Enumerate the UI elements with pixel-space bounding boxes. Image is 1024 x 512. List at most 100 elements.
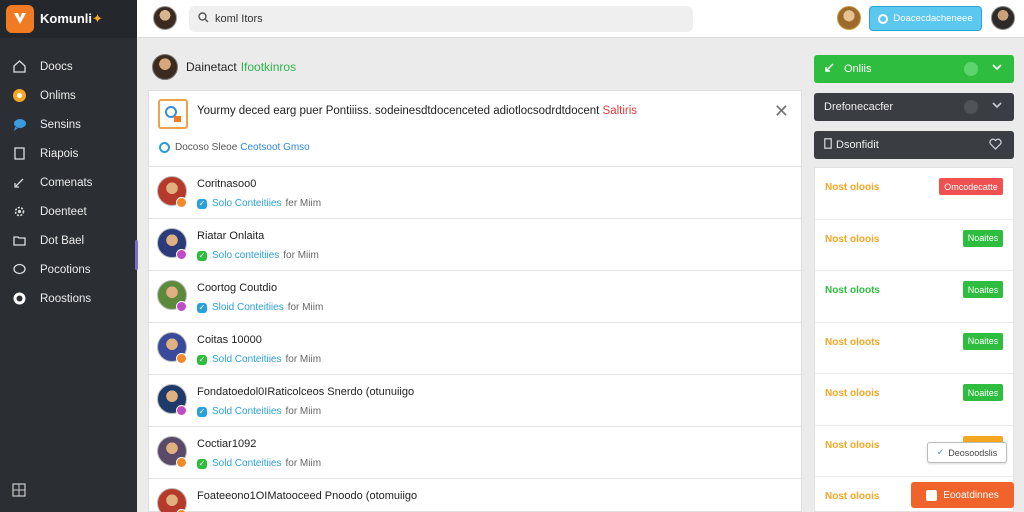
list-item-title: Coitas 10000 bbox=[197, 334, 262, 346]
floating-action-card[interactable]: ✓ Deosoodslis bbox=[927, 442, 1007, 463]
notice-link[interactable]: Ceotsoot Gmso bbox=[240, 142, 309, 153]
blue-bubble-icon bbox=[11, 117, 27, 133]
list-item-title: Coritnasoo0 bbox=[197, 178, 257, 190]
avatar[interactable] bbox=[153, 6, 177, 30]
list-item-meta: ✓ Sold Conteitiies for Miim bbox=[197, 458, 322, 469]
list-item[interactable]: Riatar Onlaita ✓ Solo conteitiies for Miim bbox=[149, 219, 801, 271]
channel-status: Ifootkinros bbox=[240, 60, 297, 74]
sidebar-item-positions[interactable]: Pocotions bbox=[0, 255, 137, 284]
scrollbar-thumb[interactable] bbox=[135, 240, 138, 270]
sidebar-item-label: Onlims bbox=[40, 89, 76, 102]
sidebar-item-label: Comenats bbox=[40, 176, 93, 189]
stat-label: Nost oloois bbox=[825, 388, 880, 399]
document-icon bbox=[11, 146, 27, 162]
feed-list: Coritnasoo0 ✓ Solo Conteitiies fer Miim Riat… bbox=[149, 167, 801, 512]
grid-icon[interactable] bbox=[12, 483, 26, 502]
status-pill-label: Doacecdacheneee bbox=[893, 13, 973, 24]
chevron-down-icon bbox=[991, 61, 1003, 76]
notice-subline: Docoso Sleoe Ceotsoot Gmso bbox=[159, 142, 310, 153]
sidebar-item-rotations[interactable]: Roostions bbox=[0, 284, 137, 313]
chevron-down-icon bbox=[991, 99, 1003, 114]
stat-row: Nost oloois Omcodecatte bbox=[815, 168, 1013, 220]
list-item-title: Foateeono1OIMatooceed Pnoodo (otomuiigo bbox=[197, 490, 418, 502]
sidebar-item-sessions[interactable]: Sensins bbox=[0, 110, 137, 139]
list-item[interactable]: Coctiar1092 ✓ Sold Conteitiies for Miim bbox=[149, 427, 801, 479]
list-item-title: Fondatoedol0IRaticolceos Snerdo (otunuii… bbox=[197, 386, 415, 398]
floating-label: Deosoodslis bbox=[948, 447, 998, 458]
channel-avatar[interactable] bbox=[152, 54, 178, 80]
heart-icon[interactable] bbox=[989, 138, 1002, 153]
channel-header: Dainetact Ifootkinros bbox=[152, 54, 296, 80]
channel-title: Dainetact bbox=[186, 60, 237, 74]
app-name: Komunli✦ bbox=[40, 11, 103, 26]
preference-label: Drefonecacfer bbox=[824, 101, 894, 113]
sidebar-item-online[interactable]: Onlims bbox=[0, 81, 137, 110]
stat-action-button[interactable]: Noaites bbox=[963, 332, 1003, 350]
stat-row: Nost oloots Noaites bbox=[815, 271, 1013, 323]
search-bar[interactable] bbox=[189, 6, 693, 32]
stat-action-button[interactable]: Noaites bbox=[963, 384, 1003, 401]
link-icon bbox=[824, 62, 835, 76]
home-icon bbox=[11, 59, 27, 75]
bottom-action-button[interactable]: Eooatdinnes bbox=[911, 482, 1014, 508]
chat-icon bbox=[11, 262, 27, 278]
online-label: Onliis bbox=[844, 63, 872, 75]
status-pill-button[interactable]: Doacecdacheneee bbox=[869, 6, 982, 31]
check-icon: ✓ bbox=[197, 198, 207, 209]
check-icon: ✓ bbox=[197, 302, 207, 313]
notice-text: Yourmy deced earg puer Pontiiiss. sodein… bbox=[197, 105, 638, 117]
stat-label: Nost oloois bbox=[825, 439, 880, 451]
search-input[interactable] bbox=[215, 13, 685, 25]
sidebar-item-label: Dot Bael bbox=[40, 234, 85, 247]
top-bar: Doacecdacheneee bbox=[137, 0, 1024, 38]
stat-label: Nost oloois bbox=[825, 233, 880, 245]
sidebar-item-home[interactable]: Doocs bbox=[0, 52, 137, 81]
sidebar-item-label: Riapois bbox=[40, 147, 79, 160]
bottom-button-label: Eooatdinnes bbox=[943, 489, 999, 501]
check-icon: ✓ bbox=[197, 354, 207, 365]
notice-card: Yourmy deced earg puer Pontiiiss. sodein… bbox=[149, 91, 801, 167]
orange-circle-icon bbox=[11, 88, 27, 104]
profile-avatar[interactable] bbox=[991, 6, 1015, 30]
sidebar: Komunli✦ Doocs Onlims Sensins Riapois Co… bbox=[0, 0, 137, 512]
sidebar-item-reports[interactable]: Riapois bbox=[0, 139, 137, 168]
list-item-meta: ✓ Solo conteitiies for Miim bbox=[197, 250, 319, 261]
sidebar-nav: Doocs Onlims Sensins Riapois Comenats Do… bbox=[0, 52, 137, 313]
sidebar-item-label: Pocotions bbox=[40, 263, 91, 276]
status-badge bbox=[176, 457, 187, 468]
sidebar-item-comments[interactable]: Comenats bbox=[0, 168, 137, 197]
feed-panel: Yourmy deced earg puer Pontiiiss. sodein… bbox=[148, 90, 802, 512]
stat-action-button[interactable]: Noaites bbox=[963, 229, 1003, 247]
square-icon bbox=[926, 489, 938, 501]
close-icon[interactable]: ✕ bbox=[774, 101, 789, 122]
sidebar-item-label: Doocs bbox=[40, 60, 73, 73]
stat-action-button[interactable]: Omcodecatte bbox=[939, 178, 1003, 195]
sidebar-item-label: Doenteet bbox=[40, 205, 87, 218]
list-item[interactable]: Coortog Coutdio ✓ Sloid Conteitiies for Mii… bbox=[149, 271, 801, 323]
list-item[interactable]: Coitas 10000 ✓ Sold Conteitiies for Miim bbox=[149, 323, 801, 375]
stat-action-button[interactable]: Noaites bbox=[963, 281, 1003, 298]
notice-app-icon bbox=[158, 99, 188, 129]
preference-dropdown[interactable]: Drefonecacfer bbox=[814, 93, 1014, 121]
list-item[interactable]: Coritnasoo0 ✓ Solo Conteitiies fer Miim bbox=[149, 167, 801, 219]
check-icon: ✓ bbox=[197, 250, 207, 261]
list-item[interactable]: Foateeono1OIMatooceed Pnoodo (otomuiigo bbox=[149, 479, 801, 512]
app-logo[interactable]: Komunli✦ bbox=[0, 0, 137, 38]
list-item-meta: ✓ Sold Conteitiies for Miim bbox=[197, 406, 322, 417]
status-badge bbox=[176, 249, 187, 260]
list-item[interactable]: Fondatoedol0IRaticolceos Snerdo (otunuii… bbox=[149, 375, 801, 427]
list-item-title: Coctiar1092 bbox=[197, 438, 257, 450]
favorite-label: Dsonfidit bbox=[836, 139, 879, 151]
notice-highlight: Saltiris bbox=[602, 105, 638, 117]
online-dropdown[interactable]: Onliis bbox=[814, 55, 1014, 83]
info-ring-icon bbox=[159, 142, 170, 153]
favorite-row[interactable]: Dsonfidit bbox=[814, 131, 1014, 159]
sidebar-item-label: Roostions bbox=[40, 292, 92, 305]
user-avatar[interactable] bbox=[837, 6, 861, 30]
sidebar-item-data[interactable]: Dot Bael bbox=[0, 226, 137, 255]
sidebar-item-settings[interactable]: Doenteet bbox=[0, 197, 137, 226]
search-icon bbox=[198, 10, 209, 28]
toggle-dot-icon bbox=[964, 100, 978, 114]
folder-icon bbox=[11, 233, 27, 249]
check-icon: ✓ bbox=[197, 406, 207, 417]
